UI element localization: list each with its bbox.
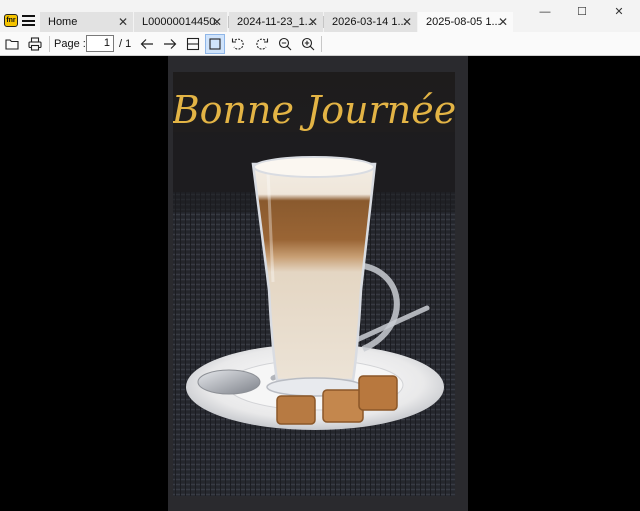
close-icon[interactable]: ✕ <box>117 12 129 32</box>
open-folder-icon[interactable] <box>2 34 22 54</box>
close-window-button[interactable]: ✕ <box>601 2 637 22</box>
tab-label: 2024-11-23_1... <box>237 16 314 28</box>
page-total: / 1 <box>119 38 132 50</box>
fit-width-icon[interactable] <box>183 34 203 54</box>
page-label: Page : <box>54 38 86 50</box>
maximize-button[interactable]: ☐ <box>564 2 600 22</box>
print-icon[interactable] <box>25 34 45 54</box>
app-logo-icon[interactable]: fnr <box>4 14 18 27</box>
close-icon[interactable]: ✕ <box>497 12 509 32</box>
fit-page-icon[interactable] <box>205 34 225 54</box>
tab-label: Home <box>48 16 78 28</box>
image-caption: Bonne Journée <box>173 88 455 132</box>
menu-icon[interactable] <box>22 15 35 26</box>
tab-home[interactable]: Home ✕ <box>40 12 133 32</box>
title-bar: fnr Home ✕ L00000014450... ✕ 2024-11-23_… <box>0 0 640 32</box>
document-page: Bonne Journée <box>168 56 468 511</box>
toolbar-separator <box>49 36 50 52</box>
rotate-right-icon[interactable] <box>252 34 272 54</box>
arrow-right-icon[interactable] <box>160 34 180 54</box>
zoom-out-icon[interactable] <box>275 34 295 54</box>
minimize-button[interactable]: — <box>527 2 563 22</box>
tab-document-active[interactable]: 2025-08-05 1... ✕ <box>418 12 513 32</box>
document-image: Bonne Journée <box>173 72 455 496</box>
close-icon[interactable]: ✕ <box>307 12 319 32</box>
tab-document[interactable]: L00000014450... ✕ <box>134 12 227 32</box>
tab-label: L00000014450... <box>142 16 218 28</box>
tab-label: 2025-08-05 1... <box>426 16 501 28</box>
arrow-left-icon[interactable] <box>137 34 157 54</box>
document-viewer[interactable]: Bonne Journée <box>0 56 640 511</box>
tab-document[interactable]: 2026-03-14 1... ✕ <box>324 12 417 32</box>
toolbar: Page : 1 / 1 <box>0 32 640 56</box>
toolbar-separator <box>321 36 322 52</box>
page-number-input[interactable]: 1 <box>86 35 114 52</box>
tab-label: 2026-03-14 1... <box>332 16 407 28</box>
close-icon[interactable]: ✕ <box>401 12 413 32</box>
zoom-in-icon[interactable] <box>298 34 318 54</box>
close-icon[interactable]: ✕ <box>211 12 223 32</box>
rotate-left-icon[interactable] <box>228 34 248 54</box>
tab-document[interactable]: 2024-11-23_1... ✕ <box>229 12 323 32</box>
